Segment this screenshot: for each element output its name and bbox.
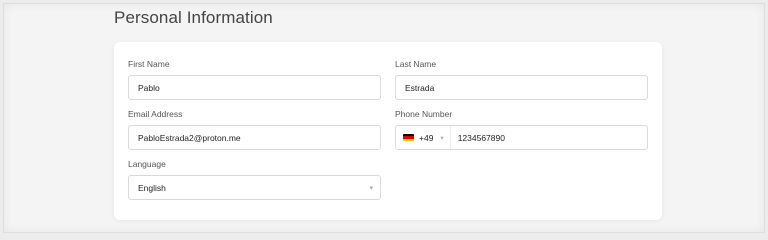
- email-value: PabloEstrada2@proton.me: [138, 132, 241, 143]
- phone-label: Phone Number: [395, 109, 453, 119]
- last-name-input[interactable]: Estrada: [395, 75, 648, 100]
- dial-code: +49: [419, 132, 434, 143]
- germany-flag-icon: [403, 134, 414, 141]
- last-name-field: Last Name Estrada: [395, 58, 648, 100]
- last-name-value: Estrada: [405, 82, 435, 93]
- language-select[interactable]: English ▾: [128, 175, 381, 200]
- phone-number-value: 1234567890: [457, 132, 505, 143]
- first-name-value: Pablo: [138, 82, 160, 93]
- page-title: Personal Information: [114, 8, 273, 27]
- language-field: Language English ▾: [128, 158, 381, 200]
- country-code-selector[interactable]: +49 ▾: [396, 126, 451, 149]
- last-name-label: Last Name: [395, 59, 437, 69]
- email-input[interactable]: PabloEstrada2@proton.me: [128, 125, 381, 150]
- first-name-input[interactable]: Pablo: [128, 75, 381, 100]
- email-field: Email Address PabloEstrada2@proton.me: [128, 108, 381, 150]
- personal-info-card: First Name Pablo Last Name Estrada Email…: [114, 42, 662, 220]
- chevron-down-icon: ▾: [369, 185, 373, 192]
- first-name-field: First Name Pablo: [128, 58, 381, 100]
- language-value: English: [138, 182, 166, 193]
- chevron-down-icon: ▾: [440, 134, 444, 142]
- phone-field: Phone Number +49 ▾ 1234567890: [395, 108, 648, 150]
- email-label: Email Address: [128, 109, 183, 119]
- first-name-label: First Name: [128, 59, 170, 69]
- language-label: Language: [128, 159, 166, 169]
- phone-input[interactable]: +49 ▾ 1234567890: [395, 125, 648, 150]
